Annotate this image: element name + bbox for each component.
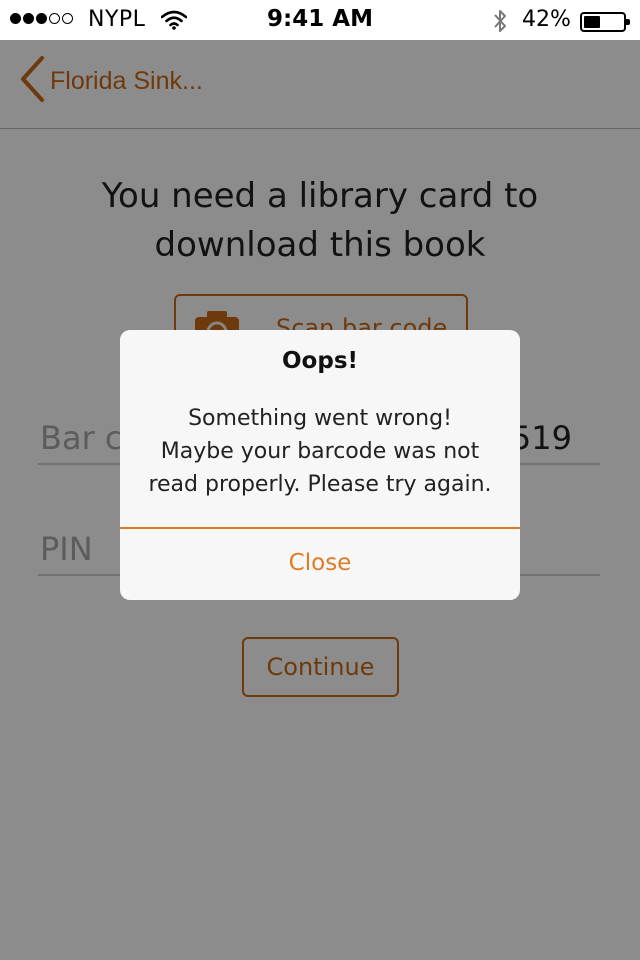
close-button[interactable]: Close: [120, 529, 520, 600]
alert-title: Oops!: [282, 348, 358, 374]
alert-message-line: Maybe your barcode was not: [160, 439, 480, 464]
bluetooth-icon: [492, 8, 508, 38]
alert-message-line: read properly. Please try again.: [148, 472, 492, 497]
alert-message-line: Something went wrong!: [188, 406, 452, 431]
error-alert: Oops! Something went wrong! Maybe your b…: [120, 330, 520, 600]
battery-level: [584, 16, 600, 28]
battery-percent: 42%: [522, 7, 571, 32]
battery-icon: [580, 12, 630, 32]
alert-message: Something went wrong! Maybe your barcode…: [140, 402, 500, 501]
status-bar: NYPL 9:41 AM 42%: [0, 0, 640, 40]
